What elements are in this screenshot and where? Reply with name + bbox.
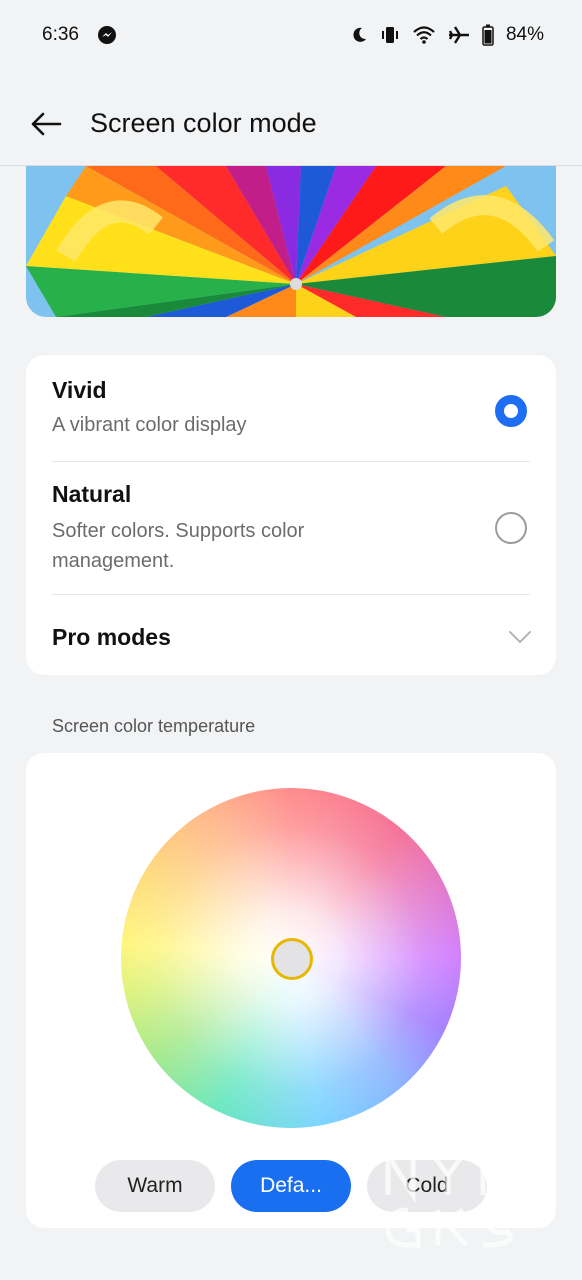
app-bar: Screen color mode [0,82,582,166]
battery-percent: 84% [505,24,544,45]
page-title: Screen color mode [90,108,317,138]
mode-option-natural[interactable]: Natural Softer colors. Supports color ma… [52,481,530,591]
cold-button[interactable]: Cold [367,1160,487,1212]
mode-title: Vivid [52,377,107,403]
vibrate-icon [380,25,400,45]
vivid-radio[interactable] [495,395,527,427]
pro-modes-label: Pro modes [52,623,171,650]
mode-subtitle: A vibrant color display [52,414,247,436]
wifi-icon [412,25,436,45]
chevron-down-icon [509,631,531,643]
moon-icon [350,26,368,44]
mode-subtitle-line2: management. [52,550,175,572]
pro-modes-row[interactable]: Pro modes [52,617,531,657]
mode-option-vivid[interactable]: Vivid A vibrant color display [52,377,530,457]
airplane-icon [448,25,470,45]
color-wheel[interactable] [121,788,461,1128]
mode-card: Vivid A vibrant color display Natural So… [26,355,556,675]
preview-image [26,166,556,317]
divider [52,594,530,595]
mode-subtitle-line1: Softer colors. Supports color [52,520,305,542]
warm-button[interactable]: Warm [95,1160,215,1212]
messenger-icon [97,25,117,45]
status-time: 6:36 [42,24,79,45]
back-arrow-icon [31,112,62,135]
divider [52,461,530,462]
temperature-card: Warm Defa... Cold [26,753,556,1228]
natural-radio[interactable] [495,512,527,544]
back-button[interactable] [26,104,66,144]
section-label: Screen color temperature [52,716,256,736]
mode-title: Natural [52,481,132,507]
color-wheel-handle[interactable] [271,938,313,980]
default-button[interactable]: Defa... [231,1160,351,1212]
status-bar: 6:36 84% [0,0,582,70]
battery-icon [482,24,494,46]
